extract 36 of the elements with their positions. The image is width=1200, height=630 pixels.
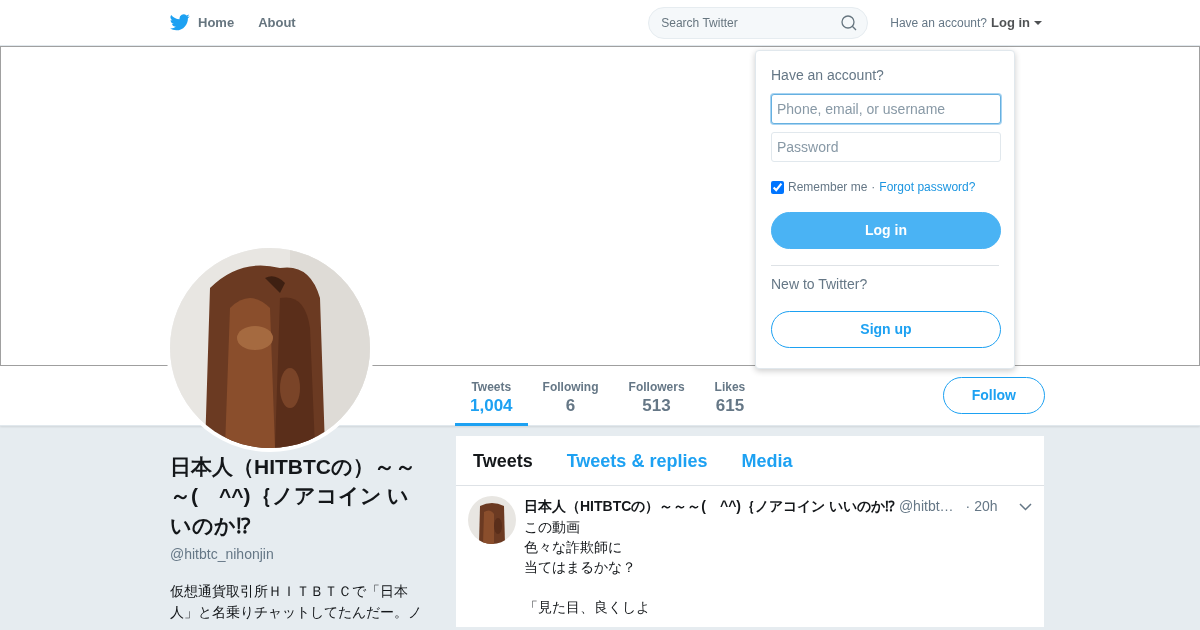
login-heading: Have an account? bbox=[771, 66, 885, 85]
timeline-tab[interactable]: Media bbox=[724, 436, 810, 485]
tweet-text-line: 色々な詐欺師に bbox=[524, 538, 623, 557]
remember-label: Remember me bbox=[788, 179, 868, 196]
login-menu[interactable]: Log in bbox=[991, 12, 1043, 33]
tweet-time[interactable]: · 20h bbox=[965, 496, 998, 517]
account-prompt: Have an account? bbox=[890, 14, 987, 32]
signup-button[interactable]: Sign up bbox=[771, 311, 1001, 348]
stat-tab[interactable]: Following 6 bbox=[527, 366, 614, 426]
username-field[interactable]: Phone, email, or username bbox=[771, 94, 1001, 124]
bird-icon bbox=[170, 14, 190, 31]
signup-prompt: New to Twitter? bbox=[771, 275, 869, 294]
tweet-text-line: 当てはまるかな？ bbox=[524, 558, 637, 577]
search-field[interactable]: Search Twitter bbox=[648, 6, 869, 39]
tweet-author[interactable]: 日本人（HITBTCの）～～～( ^^)｛ノアコイン いいのか⁉ bbox=[524, 496, 895, 517]
about-link[interactable]: About bbox=[258, 12, 296, 33]
forgot-password-link[interactable]: Forgot password? bbox=[879, 178, 976, 196]
profile-handle: @hitbtc_nihonjin bbox=[170, 545, 275, 565]
profile-bio: 仮想通貨取引所ＨＩＴＢＴＣで「日本人」と名乗りチャットしてたんだー。ノ bbox=[170, 582, 423, 623]
separator-dot: · bbox=[871, 179, 876, 196]
password-field[interactable]: Password bbox=[771, 132, 1001, 162]
tweet-text-line: 「見た目、良くしよ bbox=[524, 598, 651, 617]
stat-tab[interactable]: Followers 513 bbox=[613, 366, 700, 426]
remember-checkbox[interactable] bbox=[771, 180, 784, 194]
profile-name: 日本人（HITBTCの）～～～( ^^)｛ノアコイン いいのか⁉ bbox=[170, 454, 417, 539]
tweet-handle: @hitbt… bbox=[898, 497, 954, 516]
stat-tab[interactable]: Tweets 1,004 bbox=[455, 366, 528, 426]
stat-tab[interactable]: Likes 615 bbox=[699, 366, 761, 426]
timeline-tab[interactable]: Tweets & replies bbox=[549, 436, 725, 485]
home-link[interactable]: Home bbox=[170, 12, 235, 33]
caret-icon bbox=[1034, 19, 1043, 26]
search-icon bbox=[841, 14, 858, 31]
follow-button[interactable]: Follow bbox=[942, 377, 1045, 414]
tweet-text-line: この動画 bbox=[524, 518, 581, 537]
chevron-icon[interactable] bbox=[1019, 502, 1032, 511]
timeline-tab[interactable]: Tweets bbox=[456, 436, 550, 485]
